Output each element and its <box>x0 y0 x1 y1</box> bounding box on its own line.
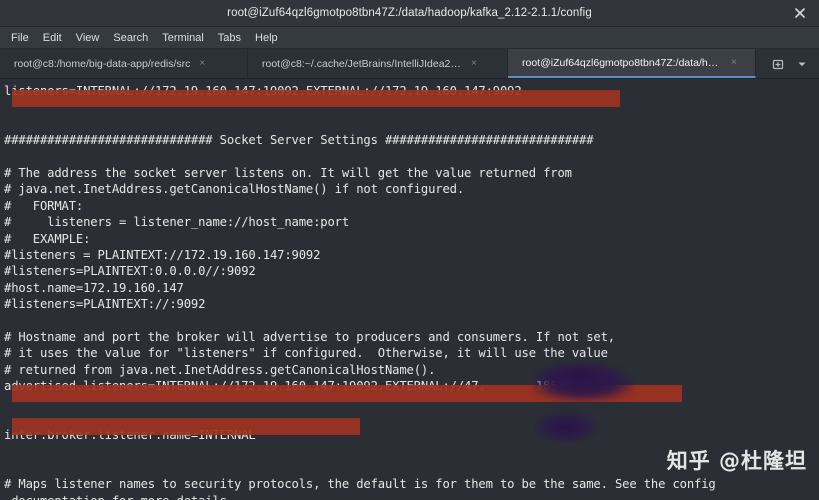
terminal-line: # it uses the value for "listeners" if c… <box>4 346 608 361</box>
new-tab-icon[interactable] <box>767 53 789 75</box>
terminal-line: # EXAMPLE: <box>4 231 91 246</box>
menu-bar: File Edit View Search Terminal Tabs Help <box>0 27 819 49</box>
menu-item-edit[interactable]: Edit <box>36 30 69 46</box>
terminal-line: #listeners=PLAINTEXT://:9092 <box>4 297 206 312</box>
tab-bar: root@c8:/home/big-data-app/redis/src × r… <box>0 49 819 79</box>
tab-redis-src[interactable]: root@c8:/home/big-data-app/redis/src × <box>0 49 248 78</box>
tab-bar-actions <box>765 49 819 78</box>
menu-item-terminal[interactable]: Terminal <box>155 30 211 46</box>
terminal-line: listeners=INTERNAL://172.19.160.147:1909… <box>4 84 522 98</box>
terminal-line: #listeners = PLAINTEXT://172.19.160.147:… <box>4 247 321 262</box>
terminal-line: # listeners = listener_name://host_name:… <box>4 215 349 230</box>
tab-label: root@c8:/home/big-data-app/redis/src <box>14 57 191 70</box>
terminal-line: # FORMAT: <box>4 198 84 213</box>
terminal-line: documentation for more details <box>4 493 819 500</box>
window-titlebar: root@iZuf64qzl6gmotpo8tbn47Z:/data/hadoo… <box>0 0 819 27</box>
terminal-line: advertised.listeners=INTERNAL://172.19.1… <box>4 379 594 394</box>
tab-label: root@c8:~/.cache/JetBrains/IntelliJIdea2… <box>262 57 462 70</box>
window-title: root@iZuf64qzl6gmotpo8tbn47Z:/data/hadoo… <box>227 7 592 19</box>
close-icon[interactable] <box>787 0 813 26</box>
terminal-window: root@iZuf64qzl6gmotpo8tbn47Z:/data/hadoo… <box>0 0 819 500</box>
terminal-line: ############################# Socket Ser… <box>4 133 594 148</box>
close-icon[interactable]: × <box>199 58 205 69</box>
tab-label: root@iZuf64qzl6gmotpo8tbn47Z:/data/hado.… <box>522 56 722 69</box>
chevron-down-icon[interactable] <box>791 53 813 75</box>
menu-item-help[interactable]: Help <box>248 30 285 46</box>
tab-bar-spacer <box>756 49 765 78</box>
terminal-line: # Maps listener names to security protoc… <box>4 477 716 492</box>
terminal-line: #listeners=PLAINTEXT:0.0.0.0//:9092 <box>4 264 256 279</box>
terminal-line: # Hostname and port the broker will adve… <box>4 329 615 344</box>
menu-item-file[interactable]: File <box>4 30 36 46</box>
terminal-line: #host.name=172.19.160.147 <box>4 280 184 295</box>
terminal-output[interactable]: listeners=INTERNAL://172.19.160.147:1909… <box>0 79 819 500</box>
menu-item-tabs[interactable]: Tabs <box>211 30 248 46</box>
tab-kafka-config[interactable]: root@iZuf64qzl6gmotpo8tbn47Z:/data/hado.… <box>508 49 756 78</box>
close-icon[interactable]: × <box>471 58 477 69</box>
terminal-line: inter.broker.listener.name=INTERNAL <box>4 428 256 443</box>
menu-item-search[interactable]: Search <box>106 30 155 46</box>
menu-item-view[interactable]: View <box>69 30 107 46</box>
close-icon[interactable]: × <box>731 57 737 68</box>
terminal-lines: listeners=INTERNAL://172.19.160.147:1909… <box>4 83 819 500</box>
terminal-line: # The address the socket server listens … <box>4 165 572 180</box>
terminal-line: # java.net.InetAddress.getCanonicalHostN… <box>4 182 464 197</box>
tab-intellij-cache[interactable]: root@c8:~/.cache/JetBrains/IntelliJIdea2… <box>248 49 508 78</box>
terminal-line: # returned from java.net.InetAddress.get… <box>4 362 436 377</box>
